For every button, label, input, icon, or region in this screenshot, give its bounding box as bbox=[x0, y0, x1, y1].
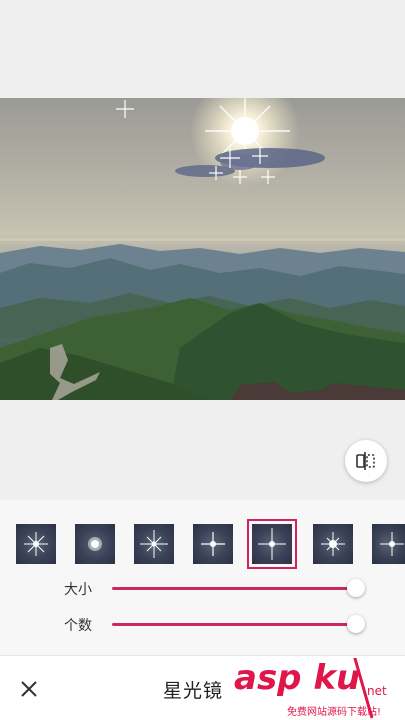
star-filter-1[interactable] bbox=[16, 524, 56, 564]
watermark-subtitle: 免费网站源码下载站! bbox=[287, 707, 382, 718]
photo-preview bbox=[0, 98, 405, 400]
size-slider-label: 大小 bbox=[64, 582, 92, 598]
count-slider-track[interactable] bbox=[112, 623, 356, 626]
tool-title: 星光镜 bbox=[163, 680, 224, 702]
starburst-icon bbox=[380, 532, 404, 556]
starburst-icon bbox=[258, 528, 286, 560]
starburst-icon bbox=[321, 532, 345, 556]
starburst-icon bbox=[201, 532, 225, 556]
close-icon bbox=[21, 681, 37, 697]
starburst-icon bbox=[24, 532, 48, 556]
star-filter-7[interactable] bbox=[372, 524, 405, 564]
starburst-icon bbox=[140, 530, 168, 558]
watermark-logo-text: asp ku bbox=[234, 658, 361, 698]
star-filter-3[interactable] bbox=[134, 524, 174, 564]
count-slider-row: 个数 bbox=[0, 610, 405, 640]
watermark: asp ku net 免费网站源码下载站! bbox=[232, 658, 405, 720]
count-slider-label: 个数 bbox=[64, 618, 92, 634]
star-filter-5[interactable] bbox=[247, 519, 297, 569]
star-filter-6[interactable] bbox=[313, 524, 353, 564]
count-slider-thumb[interactable] bbox=[347, 615, 365, 633]
star-filter-2[interactable] bbox=[75, 524, 115, 564]
size-slider-thumb[interactable] bbox=[347, 579, 365, 597]
star-filter-4[interactable] bbox=[193, 524, 233, 564]
filter-strip bbox=[0, 519, 405, 570]
photo-area bbox=[0, 0, 405, 500]
close-button[interactable] bbox=[14, 674, 44, 704]
glow-icon bbox=[88, 537, 102, 551]
compare-icon bbox=[356, 452, 375, 470]
watermark-net: net bbox=[367, 684, 387, 698]
compare-button[interactable] bbox=[345, 440, 387, 482]
size-slider-track[interactable] bbox=[112, 587, 356, 590]
landscape-image bbox=[0, 98, 405, 400]
size-slider-row: 大小 bbox=[0, 574, 405, 604]
